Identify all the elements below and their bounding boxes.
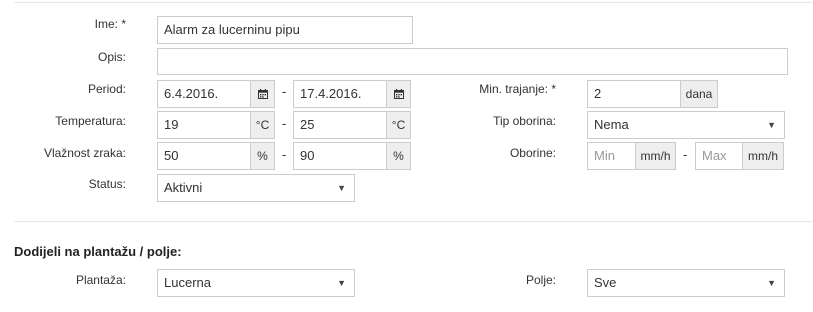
humidity-to-unit: % [386, 142, 411, 170]
humidity-separator: - [282, 147, 287, 162]
period-from-calendar-button[interactable] [250, 80, 275, 108]
caret-down-icon: ▼ [337, 183, 346, 193]
description-label: Opis: [97, 50, 126, 64]
plantation-value: Lucerna [164, 275, 211, 290]
name-label: Ime: * [94, 17, 126, 31]
calendar-icon [393, 89, 404, 99]
humidity-label: Vlažnost zraka: [43, 146, 126, 160]
period-to-calendar-button[interactable] [386, 80, 411, 108]
temperature-label: Temperatura: [55, 114, 126, 128]
precip-max-input[interactable]: Max [695, 142, 743, 170]
precip-type-value: Nema [594, 117, 629, 132]
caret-down-icon: ▼ [767, 120, 776, 130]
precip-type-select[interactable]: Nema ▼ [587, 111, 785, 139]
name-input[interactable]: Alarm za lucerninu pipu [157, 16, 413, 44]
precip-max-unit: mm/h [742, 142, 784, 170]
description-input[interactable] [157, 48, 788, 75]
section-divider [14, 221, 813, 222]
top-divider [14, 2, 813, 3]
precip-separator: - [683, 147, 688, 162]
field-select[interactable]: Sve ▼ [587, 269, 785, 297]
humidity-from-input[interactable]: 50 [157, 142, 251, 170]
plantation-select[interactable]: Lucerna ▼ [157, 269, 355, 297]
field-value: Sve [594, 275, 617, 290]
precip-label: Oborine: [509, 146, 556, 160]
min-duration-label: Min. trajanje: * [479, 82, 556, 96]
min-duration-unit: dana [680, 80, 718, 108]
caret-down-icon: ▼ [337, 278, 346, 288]
period-separator: - [282, 84, 287, 99]
period-to-input[interactable]: 17.4.2016. [293, 80, 387, 108]
humidity-from-unit: % [250, 142, 275, 170]
temperature-separator: - [282, 116, 287, 131]
calendar-icon [257, 89, 268, 99]
status-value: Aktivni [164, 180, 203, 195]
status-select[interactable]: Aktivni ▼ [157, 174, 355, 202]
temperature-to-input[interactable]: 25 [293, 111, 387, 139]
temperature-from-input[interactable]: 19 [157, 111, 251, 139]
temperature-from-unit: °C [250, 111, 275, 139]
plantation-label: Plantaža: [75, 273, 126, 287]
precip-min-unit: mm/h [635, 142, 676, 170]
precip-type-label: Tip oborina: [493, 114, 556, 128]
caret-down-icon: ▼ [767, 278, 776, 288]
period-from-input[interactable]: 6.4.2016. [157, 80, 251, 108]
assign-section-title: Dodijeli na plantažu / polje: [14, 244, 182, 259]
temperature-to-unit: °C [386, 111, 411, 139]
precip-min-input[interactable]: Min [587, 142, 636, 170]
status-label: Status: [88, 177, 126, 191]
min-duration-input[interactable]: 2 [587, 80, 681, 108]
field-label: Polje: [525, 273, 556, 287]
humidity-to-input[interactable]: 90 [293, 142, 387, 170]
period-label: Period: [87, 82, 126, 96]
